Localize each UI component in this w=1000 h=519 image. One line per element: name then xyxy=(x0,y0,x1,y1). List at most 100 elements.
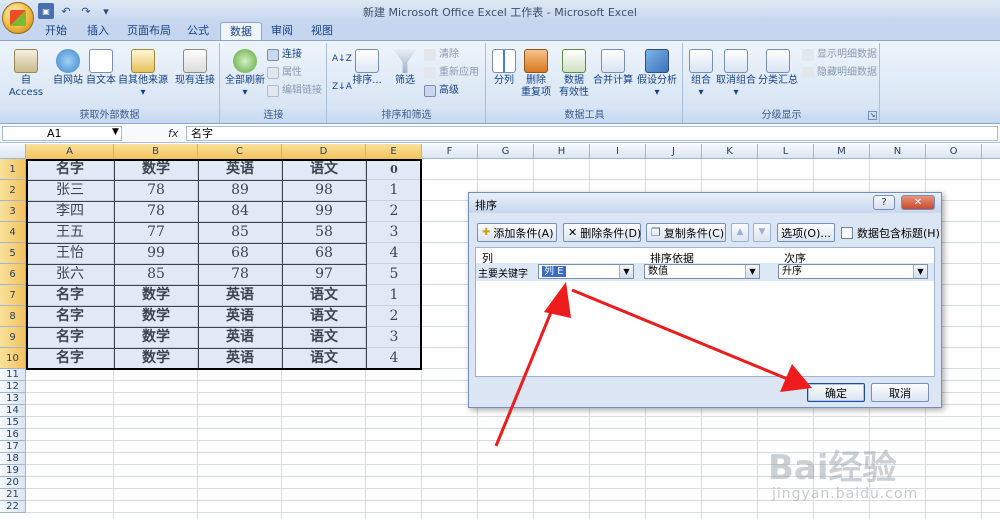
cell-D10[interactable]: 语文 xyxy=(282,348,366,369)
row-header-8[interactable]: 8 xyxy=(0,306,26,327)
column-header-L[interactable]: L xyxy=(758,144,814,159)
column-header-C[interactable]: C xyxy=(198,144,282,159)
cell-A6[interactable]: 张六 xyxy=(26,264,114,285)
cell-E4[interactable]: 3 xyxy=(366,222,422,243)
row-header-3[interactable]: 3 xyxy=(0,201,26,222)
cell-C7[interactable]: 英语 xyxy=(198,285,282,306)
from-access-button[interactable]: 自 Access xyxy=(4,49,48,99)
row-header-15[interactable]: 15 xyxy=(0,417,26,429)
order-select[interactable]: 升序 ▼ xyxy=(778,264,928,279)
tab-insert[interactable]: 插入 xyxy=(78,22,118,40)
row-header-9[interactable]: 9 xyxy=(0,327,26,348)
subtotal-button[interactable]: 分类汇总 xyxy=(758,49,798,87)
cell-C2[interactable]: 89 xyxy=(198,180,282,201)
cell-D6[interactable]: 97 xyxy=(282,264,366,285)
column-header-H[interactable]: H xyxy=(534,144,590,159)
ok-button[interactable]: 确定 xyxy=(807,383,865,402)
cell-D2[interactable]: 98 xyxy=(282,180,366,201)
cell-C4[interactable]: 85 xyxy=(198,222,282,243)
cell-A9[interactable]: 名字 xyxy=(26,327,114,348)
tab-review[interactable]: 审阅 xyxy=(262,22,302,40)
connections-button[interactable]: 连接 xyxy=(267,47,302,63)
cell-B4[interactable]: 77 xyxy=(114,222,198,243)
row-header-22[interactable]: 22 xyxy=(0,501,26,513)
cell-E8[interactable]: 2 xyxy=(366,306,422,327)
cell-D7[interactable]: 语文 xyxy=(282,285,366,306)
cell-B3[interactable]: 78 xyxy=(114,201,198,222)
row-header-14[interactable]: 14 xyxy=(0,405,26,417)
formula-input[interactable]: 名字 xyxy=(186,126,998,141)
tab-home[interactable]: 开始 xyxy=(36,22,76,40)
row-header-10[interactable]: 10 xyxy=(0,348,26,369)
name-box[interactable]: A1 xyxy=(2,126,122,141)
ungroup-button[interactable]: 取消组合 ▾ xyxy=(716,49,756,99)
tab-view[interactable]: 视图 xyxy=(302,22,342,40)
data-validation-button[interactable]: 数据 有效性 xyxy=(557,49,591,99)
sort-on-select[interactable]: 数值 ▼ xyxy=(644,264,760,279)
row-header-20[interactable]: 20 xyxy=(0,477,26,489)
advanced-filter-button[interactable]: 高级 xyxy=(424,83,459,99)
cell-C10[interactable]: 英语 xyxy=(198,348,282,369)
row-header-1[interactable]: 1 xyxy=(0,159,26,180)
column-header-K[interactable]: K xyxy=(702,144,758,159)
cell-B9[interactable]: 数学 xyxy=(114,327,198,348)
column-header-B[interactable]: B xyxy=(114,144,198,159)
sort-button[interactable]: 排序... xyxy=(352,49,382,87)
cell-E10[interactable]: 4 xyxy=(366,348,422,369)
help-button[interactable]: ? xyxy=(873,195,895,210)
sort-column-select[interactable]: 列 E ▼ xyxy=(538,264,634,279)
consolidate-button[interactable]: 合并计算 xyxy=(593,49,633,87)
cell-A7[interactable]: 名字 xyxy=(26,285,114,306)
what-if-analysis-button[interactable]: 假设分析 ▾ xyxy=(635,49,679,99)
cell-E6[interactable]: 5 xyxy=(366,264,422,285)
row-header-16[interactable]: 16 xyxy=(0,429,26,441)
cell-D9[interactable]: 语文 xyxy=(282,327,366,348)
column-header-D[interactable]: D xyxy=(282,144,366,159)
column-header-O[interactable]: O xyxy=(926,144,982,159)
row-header-17[interactable]: 17 xyxy=(0,441,26,453)
cell-A1[interactable]: 名字 xyxy=(26,159,114,180)
row-header-7[interactable]: 7 xyxy=(0,285,26,306)
name-box-dropdown-icon[interactable]: ▼ xyxy=(112,127,119,137)
row-header-21[interactable]: 21 xyxy=(0,489,26,501)
tab-page-layout[interactable]: 页面布局 xyxy=(118,22,180,40)
row-header-5[interactable]: 5 xyxy=(0,243,26,264)
cancel-button[interactable]: 取消 xyxy=(871,383,929,402)
cell-C6[interactable]: 78 xyxy=(198,264,282,285)
delete-level-button[interactable]: ✕ 删除条件(D) xyxy=(563,223,641,242)
cell-A4[interactable]: 王五 xyxy=(26,222,114,243)
cell-D3[interactable]: 99 xyxy=(282,201,366,222)
cell-A3[interactable]: 李四 xyxy=(26,201,114,222)
text-to-columns-button[interactable]: 分列 xyxy=(489,49,519,87)
sort-az-button[interactable]: A↓Z xyxy=(332,51,352,67)
remove-duplicates-button[interactable]: 删除 重复项 xyxy=(519,49,553,99)
sort-za-button[interactable]: Z↓A xyxy=(332,79,352,95)
from-text-button[interactable]: 自文本 xyxy=(86,49,116,87)
column-header-G[interactable]: G xyxy=(478,144,534,159)
from-web-button[interactable]: 自网站 xyxy=(50,49,86,87)
cell-A10[interactable]: 名字 xyxy=(26,348,114,369)
row-header-18[interactable]: 18 xyxy=(0,453,26,465)
has-headers-checkbox[interactable] xyxy=(841,227,853,239)
cell-E1[interactable]: 0 xyxy=(366,159,422,180)
cell-D1[interactable]: 语文 xyxy=(282,159,366,180)
existing-connections-button[interactable]: 现有连接 xyxy=(172,49,218,87)
cell-B6[interactable]: 85 xyxy=(114,264,198,285)
row-header-13[interactable]: 13 xyxy=(0,393,26,405)
column-header-N[interactable]: N xyxy=(870,144,926,159)
cell-C8[interactable]: 英语 xyxy=(198,306,282,327)
cell-E7[interactable]: 1 xyxy=(366,285,422,306)
from-other-sources-button[interactable]: 自其他来源 ▾ xyxy=(118,49,168,99)
row-header-2[interactable]: 2 xyxy=(0,180,26,201)
cell-E5[interactable]: 4 xyxy=(366,243,422,264)
insert-function-icon[interactable]: fx xyxy=(168,127,178,140)
cell-E2[interactable]: 1 xyxy=(366,180,422,201)
row-header-6[interactable]: 6 xyxy=(0,264,26,285)
column-header-E[interactable]: E xyxy=(366,144,422,159)
cell-B8[interactable]: 数学 xyxy=(114,306,198,327)
cell-C3[interactable]: 84 xyxy=(198,201,282,222)
copy-level-button[interactable]: ❐ 复制条件(C) xyxy=(646,223,726,242)
cell-B10[interactable]: 数学 xyxy=(114,348,198,369)
row-header-12[interactable]: 12 xyxy=(0,381,26,393)
tab-data[interactable]: 数据 xyxy=(220,22,262,40)
